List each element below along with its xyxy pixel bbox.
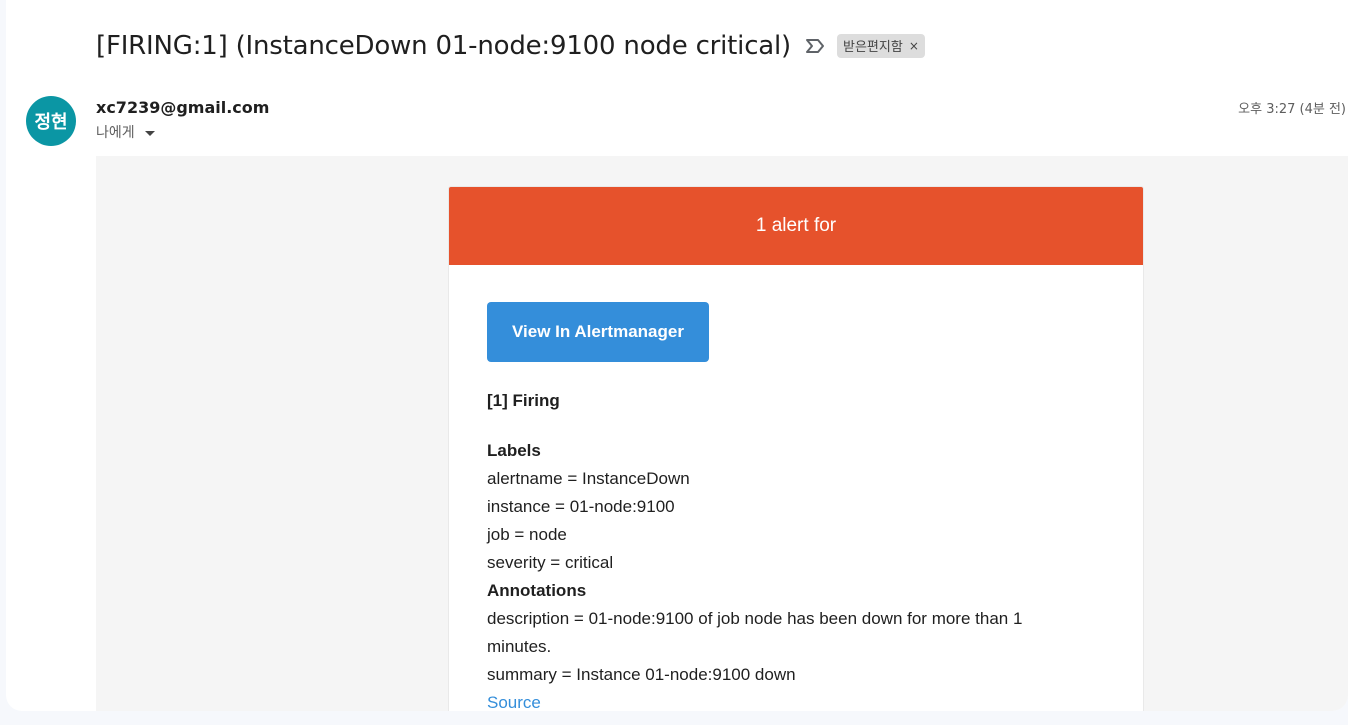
inbox-label-text: 받은편지함 (843, 40, 903, 55)
chevron-down-icon[interactable] (144, 130, 155, 136)
source-link[interactable]: Source (487, 689, 1105, 711)
label-line: job = node (487, 525, 567, 544)
close-icon[interactable]: × (909, 39, 919, 53)
avatar[interactable]: 정현 (26, 96, 76, 146)
email-timestamp: 오후 3:27 (4분 전) (1238, 102, 1346, 117)
view-in-alertmanager-button[interactable]: View In Alertmanager (487, 302, 709, 362)
recipient-label: 나에게 (96, 125, 135, 141)
annotation-description: description = 01-node:9100 of job node h… (487, 609, 1023, 656)
firing-title: [1] Firing (487, 391, 560, 410)
alert-box: 1 alert for View In Alertmanager [1] Fir… (448, 186, 1144, 711)
email-subject: [FIRING:1] (InstanceDown 01-node:9100 no… (96, 31, 791, 61)
labels-title: Labels (487, 441, 541, 460)
label-line: alertname = InstanceDown (487, 469, 690, 488)
recipient-details[interactable]: 나에게 (96, 122, 155, 142)
importance-marker-icon[interactable] (805, 34, 829, 58)
alert-header: 1 alert for (449, 187, 1143, 265)
email-body: 1 alert for View In Alertmanager [1] Fir… (96, 156, 1348, 711)
email-card: [FIRING:1] (InstanceDown 01-node:9100 no… (6, 0, 1348, 711)
annotations-title: Annotations (487, 581, 587, 600)
subject-row: [FIRING:1] (InstanceDown 01-node:9100 no… (96, 26, 925, 66)
sender-email: xc7239@gmail.com (96, 98, 270, 117)
label-line: severity = critical (487, 553, 614, 572)
inbox-label-chip[interactable]: 받은편지함 × (837, 34, 925, 58)
alert-content: View In Alertmanager [1] Firing Labels a… (449, 265, 1143, 711)
annotation-summary: summary = Instance 01-node:9100 down (487, 665, 796, 684)
label-line: instance = 01-node:9100 (487, 497, 675, 516)
